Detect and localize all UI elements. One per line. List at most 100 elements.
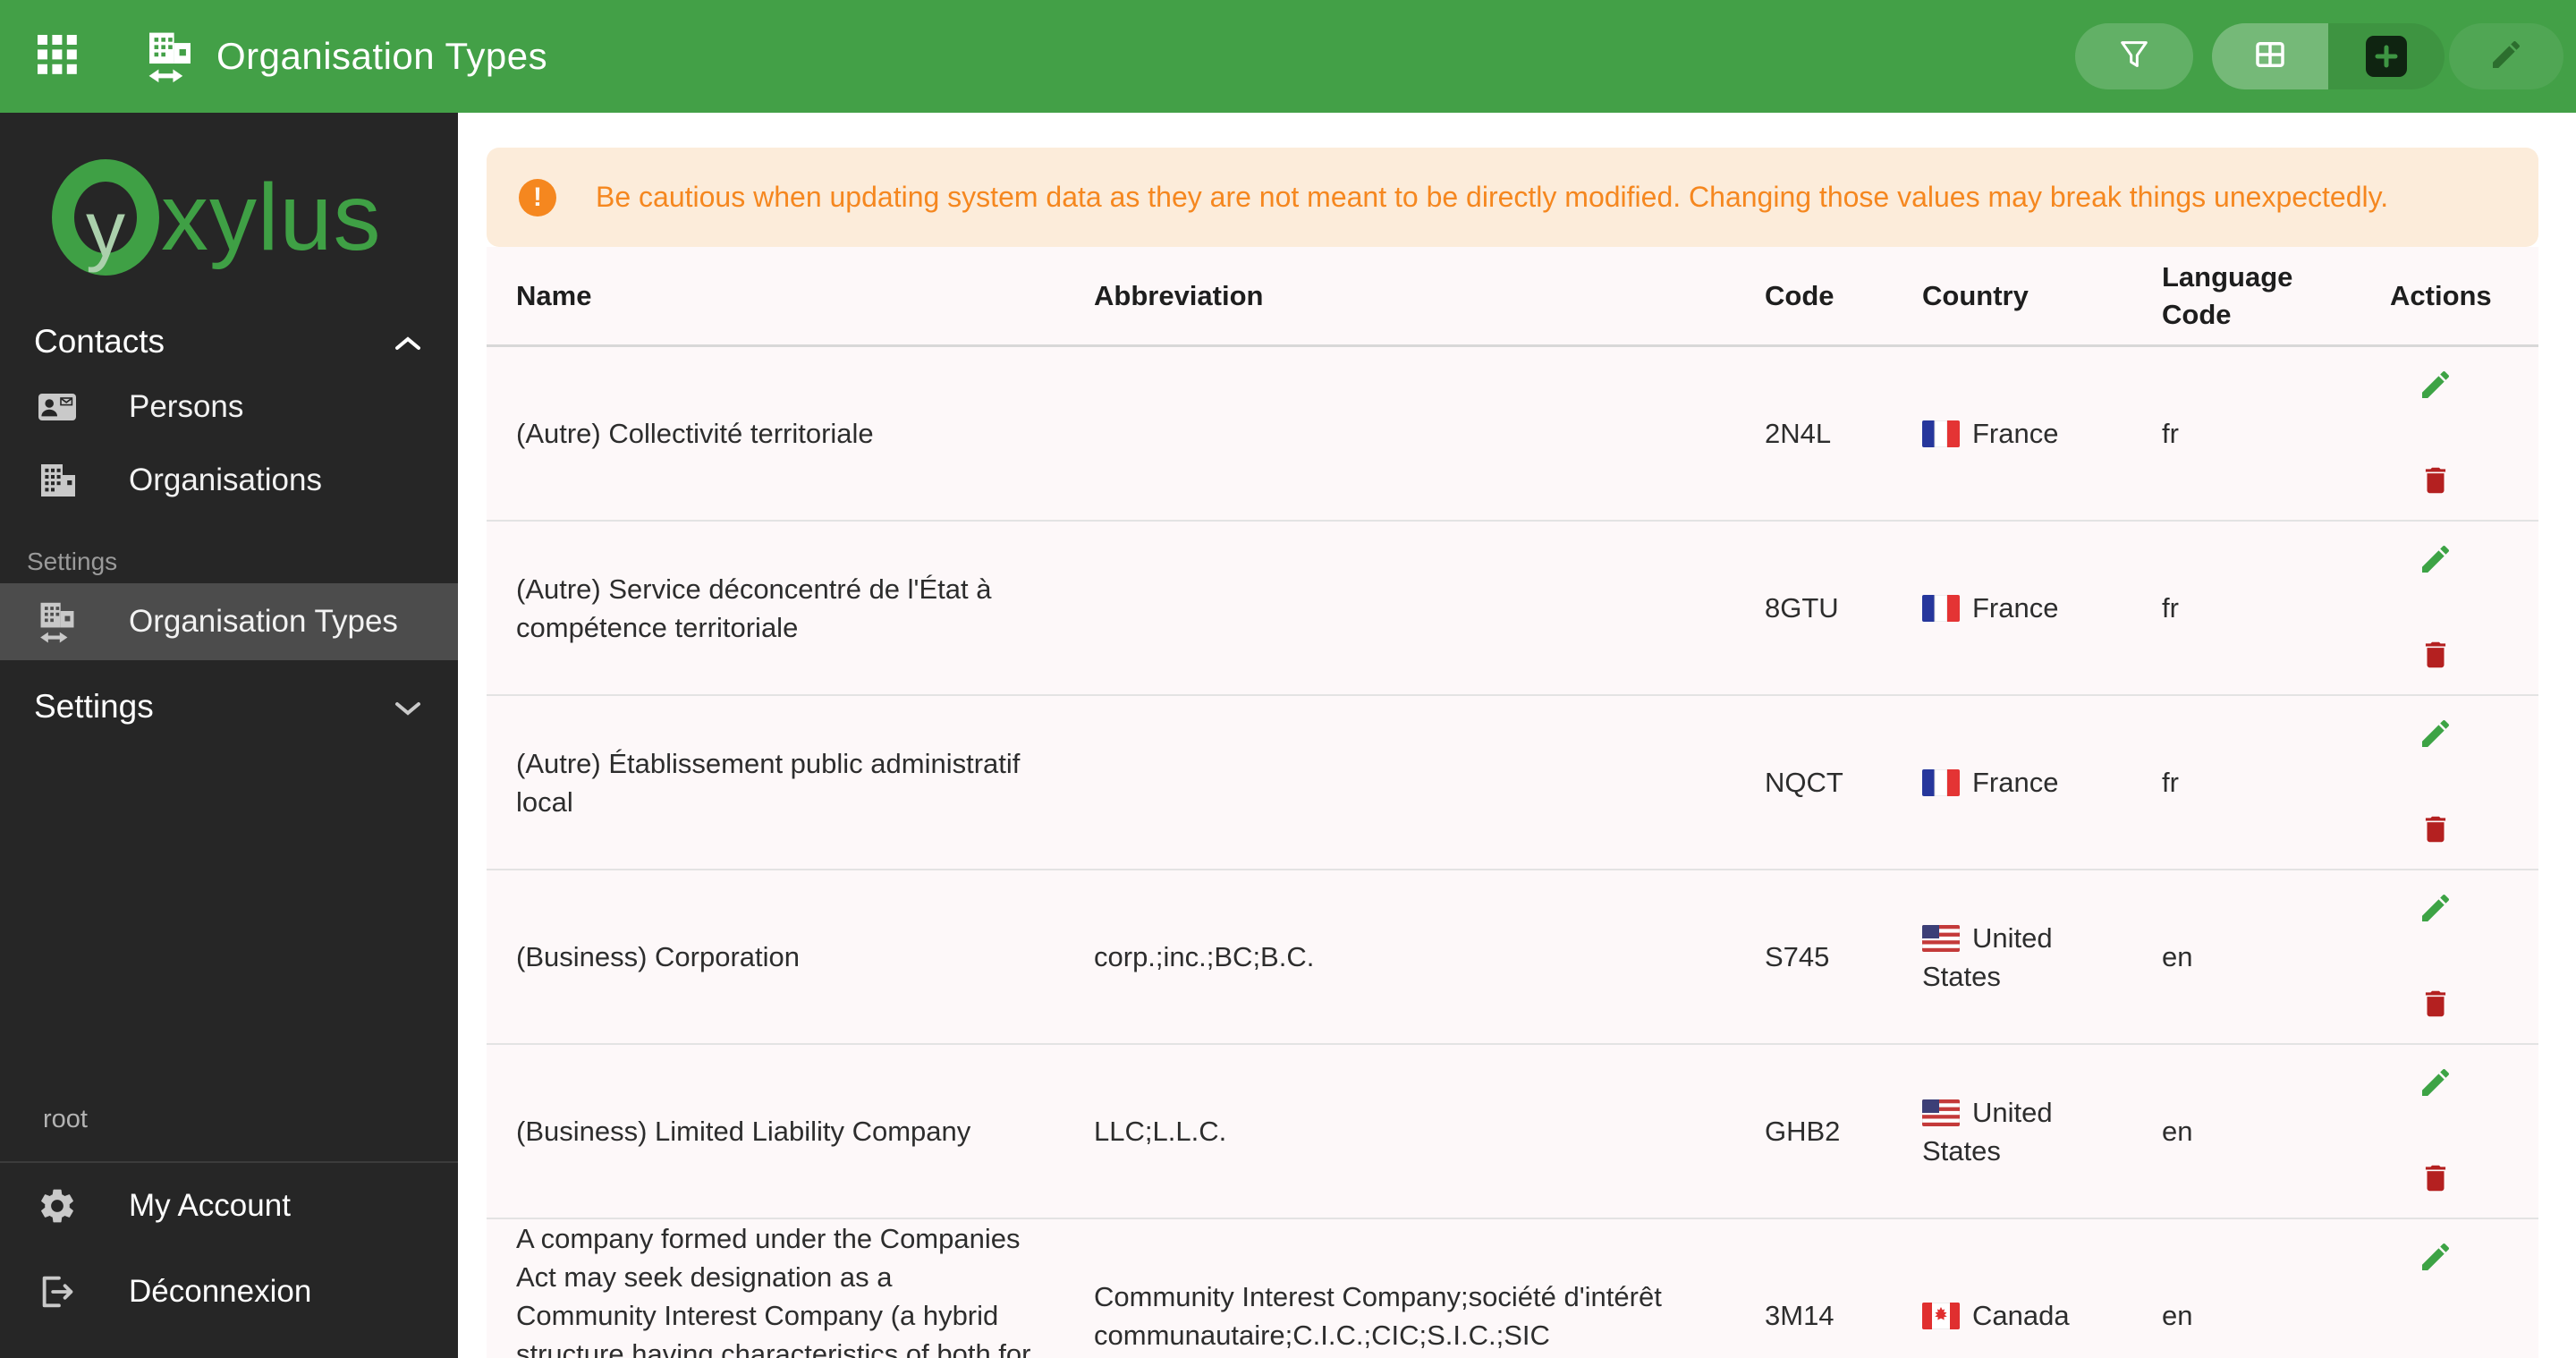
cell-abbreviation: Community Interest Company;société d'int… <box>1094 1280 1662 1351</box>
cell-language-code: en <box>2162 941 2193 972</box>
column-header-abbreviation: Abbreviation <box>1094 279 1264 311</box>
cell-country: France <box>1922 589 2162 627</box>
cell-code: S745 <box>1765 941 1830 972</box>
logout-icon <box>36 1270 79 1313</box>
country-flag-icon <box>1922 922 1972 954</box>
trash-icon <box>2419 986 2453 1024</box>
delete-row-button[interactable] <box>2417 986 2454 1023</box>
warning-icon: ! <box>519 178 556 216</box>
brand-logo-o: y <box>52 159 159 276</box>
table-row: (Business) Limited Liability Company LLC;… <box>487 1045 2538 1219</box>
my-account-label: My Account <box>129 1188 291 1223</box>
chevron-up-icon <box>394 323 422 361</box>
cell-actions <box>2390 522 2538 694</box>
brand-logo: y xylus <box>0 113 458 292</box>
add-button[interactable] <box>2328 23 2445 89</box>
table-row: (Autre) Service déconcentré de l'État à … <box>487 522 2538 696</box>
table-grid-icon <box>2251 36 2289 78</box>
sidebar-group-settings-label: Settings <box>34 688 154 725</box>
page-title: Organisation Types <box>216 35 548 77</box>
cell-language-code: fr <box>2162 592 2179 624</box>
funnel-icon <box>2116 37 2152 77</box>
sidebar-group-contacts[interactable]: Contacts <box>0 313 458 370</box>
sidebar-item-label: Persons <box>129 389 244 424</box>
cell-country: United States <box>1922 921 2053 992</box>
trash-icon <box>2419 811 2453 850</box>
table-row: (Business) Corporation corp.;inc.;BC;B.C.… <box>487 870 2538 1045</box>
cell-code: 8GTU <box>1765 592 1839 624</box>
column-header-language-code: Language Code <box>2162 260 2293 330</box>
table-view-button[interactable] <box>2212 23 2328 89</box>
country-flag-icon <box>1922 592 1972 624</box>
cell-name: (Business) Limited Liability Company <box>516 1116 971 1147</box>
sidebar-item-persons[interactable]: Persons <box>0 370 458 444</box>
filter-button[interactable] <box>2075 23 2193 89</box>
sidebar-item-label: Organisations <box>129 463 322 497</box>
cell-country: France <box>1922 763 2162 802</box>
edit-row-button[interactable] <box>2417 716 2454 753</box>
plus-icon <box>2366 36 2407 77</box>
brand-logo-y: y <box>86 184 125 273</box>
table-row: A company formed under the Companies Act… <box>487 1219 2538 1358</box>
delete-row-button[interactable] <box>2417 463 2454 500</box>
top-bar: Organisation Types <box>0 0 2576 113</box>
column-header-actions: Actions <box>2390 279 2492 311</box>
cell-actions <box>2390 1219 2538 1358</box>
logout-button[interactable]: Déconnexion <box>0 1249 458 1335</box>
delete-row-button[interactable] <box>2417 1160 2454 1198</box>
cell-country: United States <box>1922 1096 2053 1167</box>
cell-name: A company formed under the Companies Act… <box>516 1223 1031 1358</box>
sidebar-group-contacts-label: Contacts <box>34 323 165 360</box>
pencil-icon <box>2418 367 2453 405</box>
cell-name: (Business) Corporation <box>516 941 801 972</box>
gear-icon <box>36 1184 79 1227</box>
cell-code: GHB2 <box>1765 1116 1841 1147</box>
trash-icon <box>2419 1354 2453 1358</box>
sidebar-item-organisation-types[interactable]: Organisation Types <box>0 583 458 660</box>
cell-actions <box>2390 1045 2538 1218</box>
chevron-down-icon <box>394 688 422 726</box>
edit-row-button[interactable] <box>2417 367 2454 404</box>
pencil-icon <box>2488 37 2524 77</box>
cell-code: NQCT <box>1765 767 1843 798</box>
username: root <box>43 1105 88 1133</box>
warning-text: Be cautious when updating system data as… <box>596 181 2389 213</box>
cell-abbreviation: LLC;L.L.C. <box>1094 1116 1227 1147</box>
cell-actions <box>2390 696 2538 869</box>
column-header-country: Country <box>1922 279 2029 311</box>
brand-logo-text: xylus <box>161 165 382 270</box>
cell-country: France <box>1922 414 2162 453</box>
building-swap-icon <box>143 29 197 84</box>
delete-row-button[interactable] <box>2417 637 2454 675</box>
sidebar-item-organisations[interactable]: Organisations <box>0 444 458 517</box>
table-row: (Autre) Collectivité territoriale 2N4L Fra… <box>487 347 2538 522</box>
edit-row-button[interactable] <box>2417 1239 2454 1277</box>
cell-language-code: fr <box>2162 418 2179 449</box>
pencil-icon <box>2418 890 2453 929</box>
edit-mode-button[interactable] <box>2449 23 2563 89</box>
building-swap-icon <box>36 600 79 643</box>
country-flag-icon <box>1922 767 1972 798</box>
column-header-code: Code <box>1765 279 1835 311</box>
edit-row-button[interactable] <box>2417 1065 2454 1102</box>
table-body: (Autre) Collectivité territoriale 2N4L Fra… <box>487 347 2538 1358</box>
edit-row-button[interactable] <box>2417 890 2454 928</box>
cell-abbreviation: corp.;inc.;BC;B.C. <box>1094 941 1315 972</box>
delete-row-button[interactable] <box>2417 1354 2454 1358</box>
edit-row-button[interactable] <box>2417 541 2454 579</box>
cell-actions <box>2390 347 2538 520</box>
pencil-icon <box>2418 541 2453 580</box>
delete-row-button[interactable] <box>2417 811 2454 849</box>
country-flag-icon <box>1922 418 1972 449</box>
my-account-button[interactable]: My Account <box>0 1163 458 1249</box>
sidebar-group-settings[interactable]: Settings <box>0 678 458 735</box>
view-add-segment <box>2212 23 2445 89</box>
cell-actions <box>2390 870 2538 1043</box>
pencil-icon <box>2418 716 2453 754</box>
cell-name: (Autre) Service déconcentré de l'État à … <box>516 573 992 643</box>
cell-name: (Autre) Collectivité territoriale <box>516 418 874 449</box>
app-grid-icon <box>34 31 80 82</box>
app-grid-button[interactable] <box>30 30 84 83</box>
trash-icon <box>2419 637 2453 675</box>
main-content: ! Be cautious when updating system data … <box>458 113 2576 1358</box>
